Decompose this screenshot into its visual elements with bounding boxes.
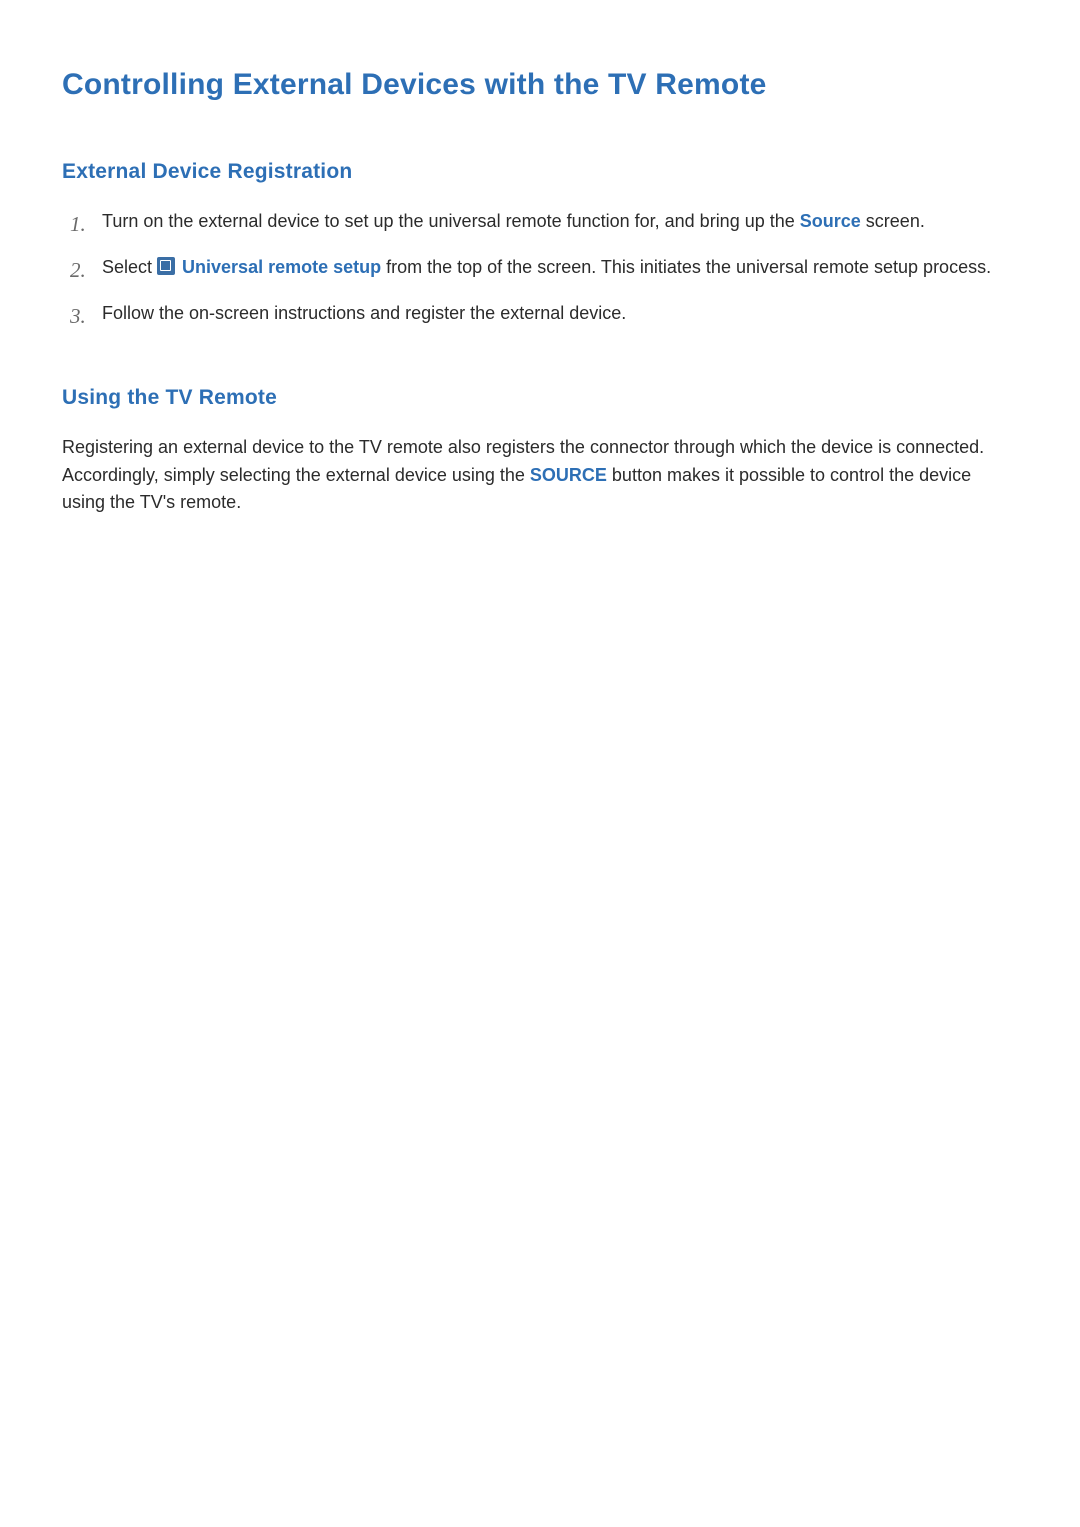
step-text: from the top of the screen. This initiat… bbox=[381, 257, 991, 277]
list-item: Turn on the external device to set up th… bbox=[70, 208, 1018, 236]
remote-setup-icon bbox=[157, 257, 175, 275]
list-item: Follow the on-screen instructions and re… bbox=[70, 300, 1018, 328]
list-item: Select Universal remote setup from the t… bbox=[70, 254, 1018, 282]
step-text: Select bbox=[102, 257, 157, 277]
section-heading-using-remote: Using the TV Remote bbox=[62, 386, 1018, 410]
link-source-button: SOURCE bbox=[530, 465, 607, 485]
registration-steps: Turn on the external device to set up th… bbox=[70, 208, 1018, 328]
page-title: Controlling External Devices with the TV… bbox=[62, 68, 1018, 102]
step-text: Turn on the external device to set up th… bbox=[102, 211, 800, 231]
step-text: screen. bbox=[861, 211, 925, 231]
section-heading-registration: External Device Registration bbox=[62, 160, 1018, 184]
step-text: Follow the on-screen instructions and re… bbox=[102, 303, 626, 323]
link-universal-remote-setup: Universal remote setup bbox=[177, 257, 381, 277]
link-source: Source bbox=[800, 211, 861, 231]
using-remote-paragraph: Registering an external device to the TV… bbox=[62, 434, 1018, 518]
